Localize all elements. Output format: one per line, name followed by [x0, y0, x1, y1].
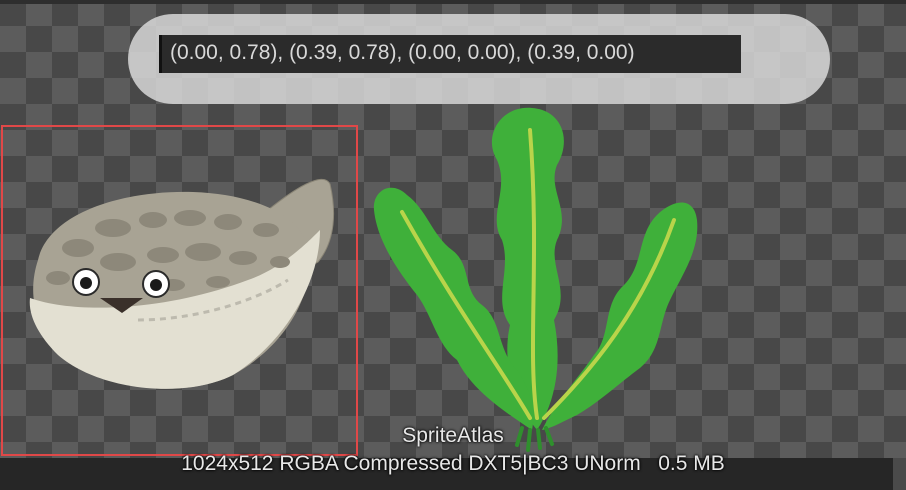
- seaweed-icon[interactable]: [362, 100, 702, 455]
- atlas-name-label: SpriteAtlas: [402, 424, 504, 447]
- uv-coordinates-box: (0.00, 0.78), (0.39, 0.78), (0.00, 0.00)…: [159, 35, 741, 73]
- selected-sprite-outline: [1, 125, 358, 456]
- atlas-texture-info: 1024x512 RGBA Compressed DXT5|BC3 UNorm …: [181, 452, 725, 475]
- sprite-atlas-preview[interactable]: (0.00, 0.78), (0.39, 0.78), (0.00, 0.00)…: [0, 0, 906, 490]
- preview-top-edge: [0, 0, 906, 4]
- uv-coordinates-text: (0.00, 0.78), (0.39, 0.78), (0.00, 0.00)…: [170, 41, 635, 64]
